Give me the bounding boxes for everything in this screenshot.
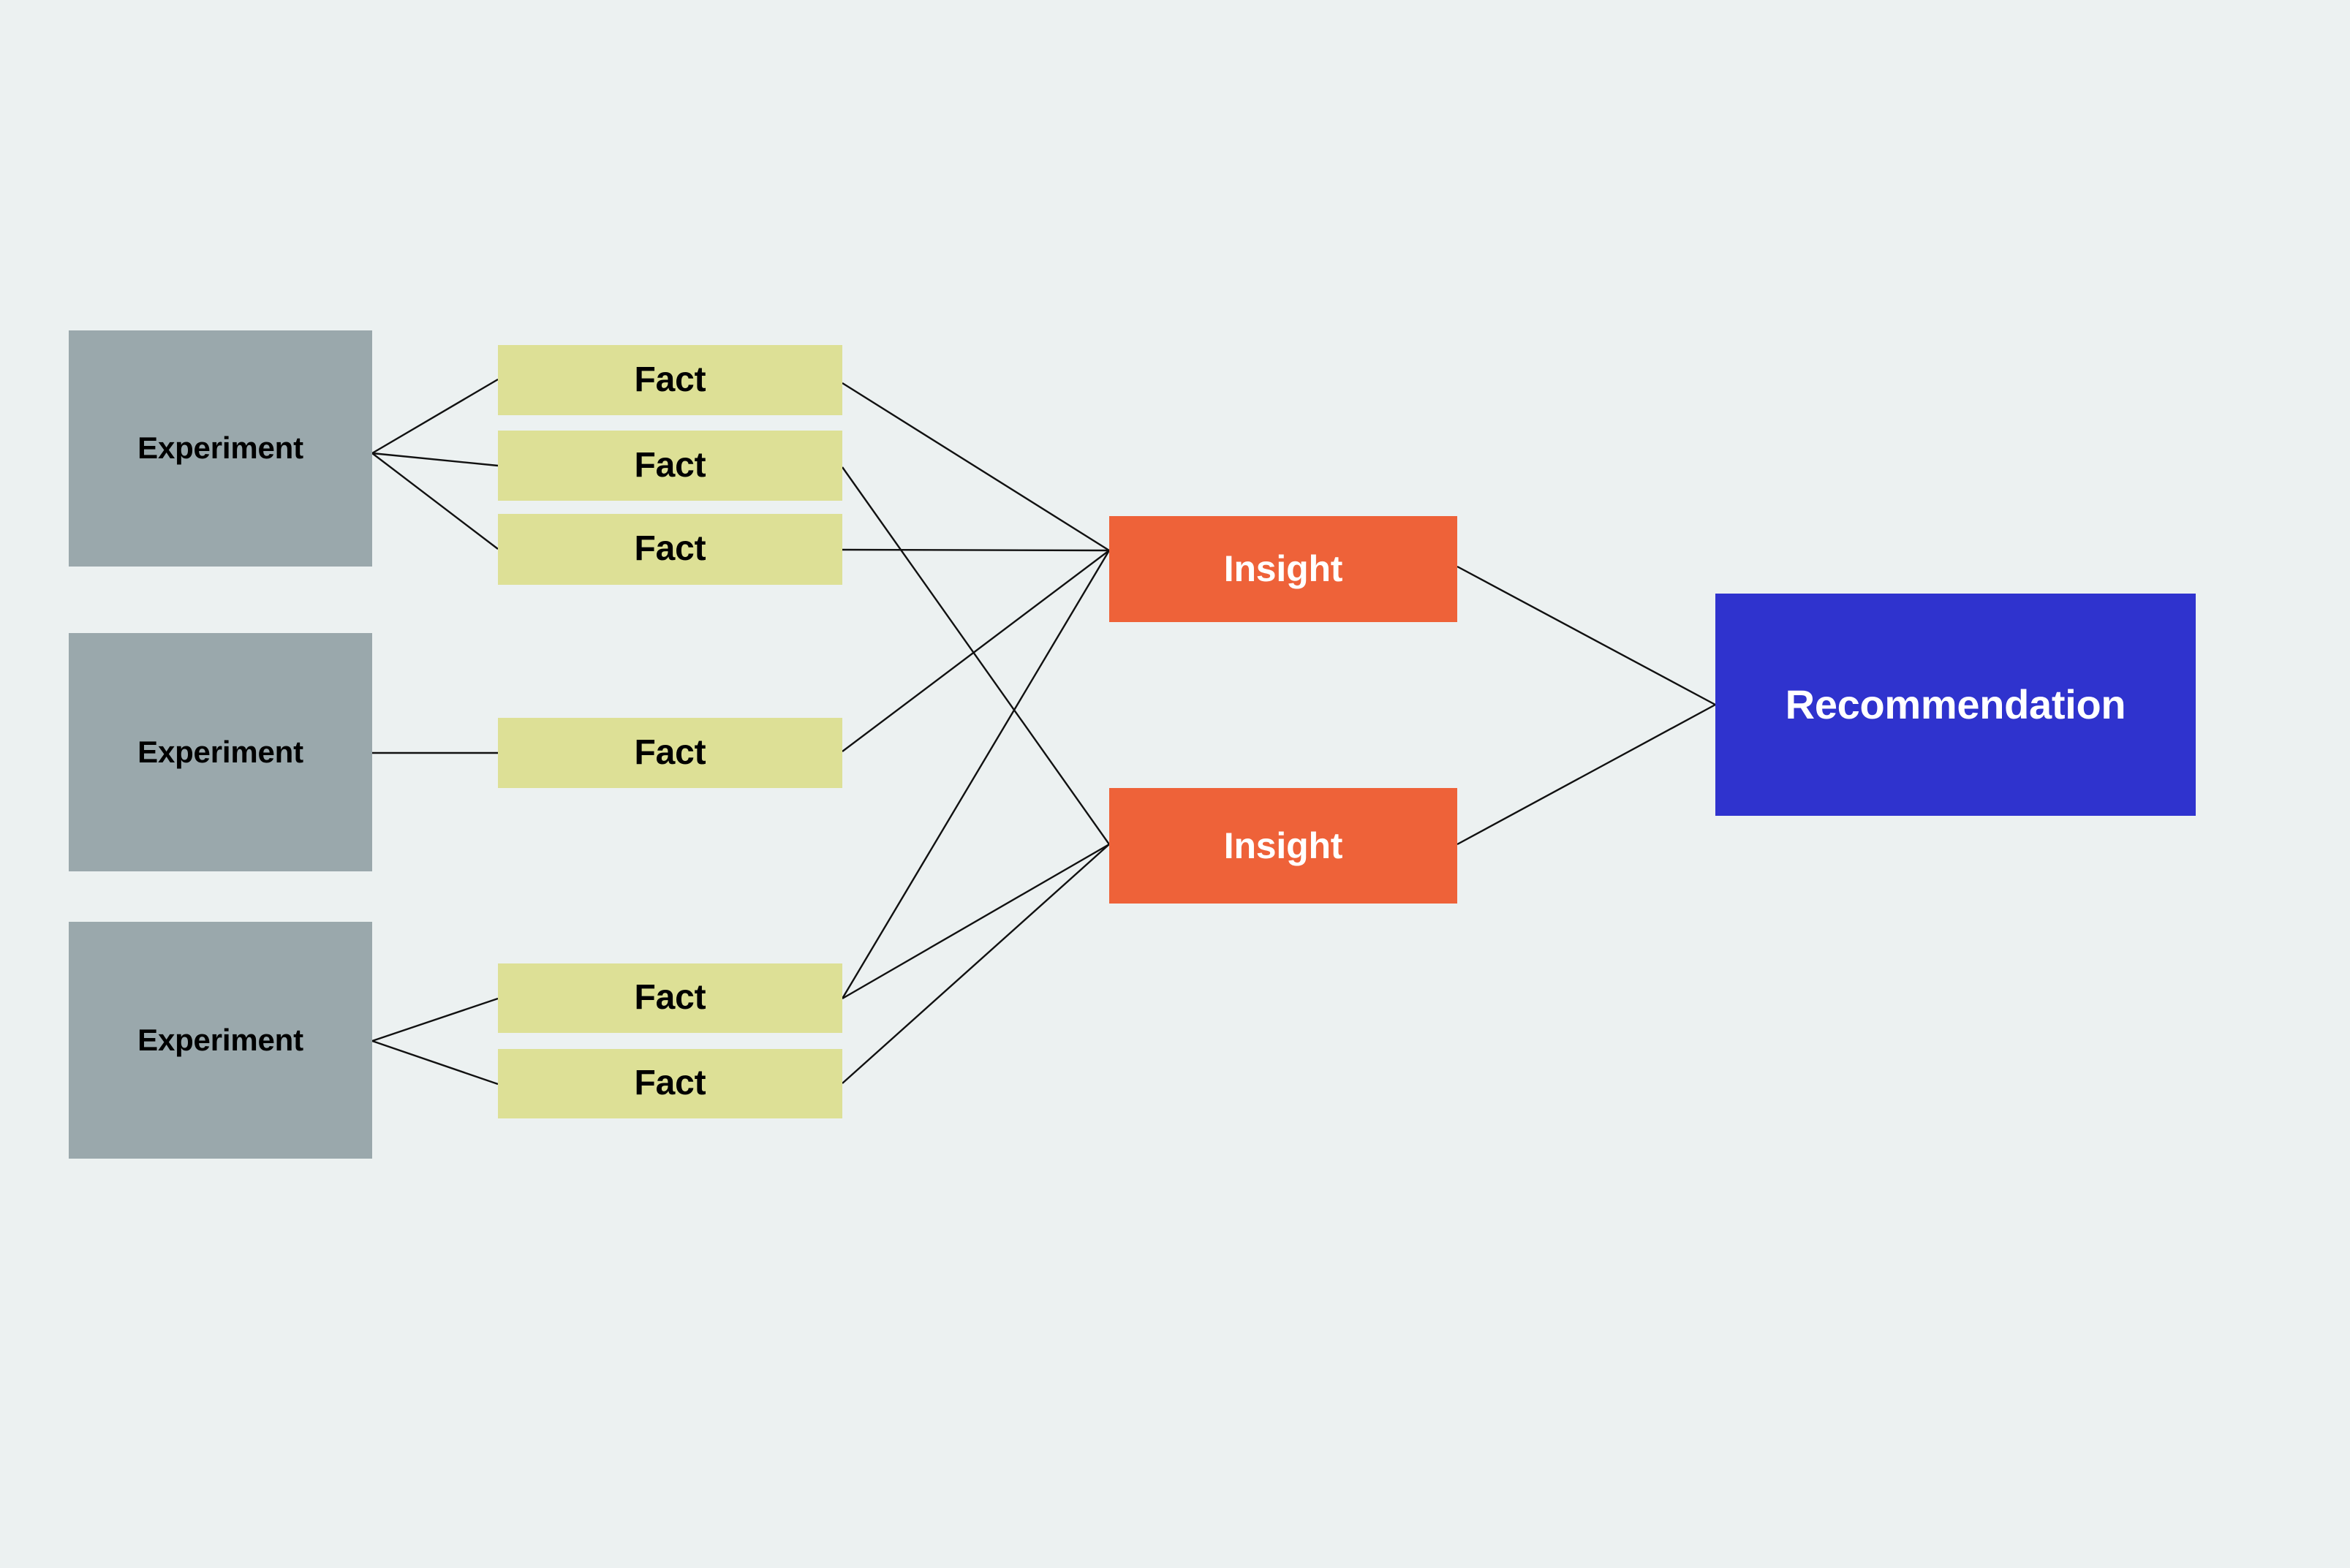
node-label: Fact <box>634 529 706 569</box>
diagram-canvas: Experiment Experiment Experiment Fact Fact Fa… <box>0 0 2350 1568</box>
node-label: Fact <box>634 978 706 1018</box>
node-label: Experiment <box>137 734 303 769</box>
node-label: Experiment <box>137 431 303 466</box>
edge-line <box>371 1039 499 1086</box>
node-fact-6[interactable]: Fact <box>498 1049 842 1118</box>
node-experiment-1[interactable]: Experiment <box>69 330 372 567</box>
node-label: Fact <box>634 360 706 399</box>
edge-line <box>371 997 499 1042</box>
node-fact-2[interactable]: Fact <box>498 431 842 501</box>
edge-line <box>842 382 1110 552</box>
node-label: Experiment <box>137 1022 303 1057</box>
node-fact-1[interactable]: Fact <box>498 345 842 415</box>
node-experiment-2[interactable]: Experiment <box>69 633 372 871</box>
node-label: Recommendation <box>1785 681 2126 727</box>
node-recommendation-1[interactable]: Recommendation <box>1715 594 2196 816</box>
edge-line <box>842 550 1110 752</box>
node-fact-5[interactable]: Fact <box>498 963 842 1033</box>
edge-line <box>842 843 1110 1000</box>
node-fact-4[interactable]: Fact <box>498 718 842 788</box>
node-label: Fact <box>634 445 706 485</box>
edge-line <box>1457 703 1716 846</box>
edge-line <box>841 550 1111 999</box>
node-fact-3[interactable]: Fact <box>498 514 842 585</box>
node-label: Fact <box>634 732 706 772</box>
edge-line <box>842 844 1110 1084</box>
node-insight-1[interactable]: Insight <box>1109 516 1457 622</box>
node-label: Insight <box>1223 825 1343 866</box>
edge-line <box>371 452 499 467</box>
edge-line <box>1457 565 1716 706</box>
node-experiment-3[interactable]: Experiment <box>69 922 372 1159</box>
node-label: Insight <box>1223 548 1343 590</box>
node-label: Fact <box>634 1064 706 1103</box>
node-insight-2[interactable]: Insight <box>1109 788 1457 904</box>
edge-line <box>371 378 499 455</box>
edge-line <box>371 452 499 550</box>
edge-line <box>842 466 1110 845</box>
